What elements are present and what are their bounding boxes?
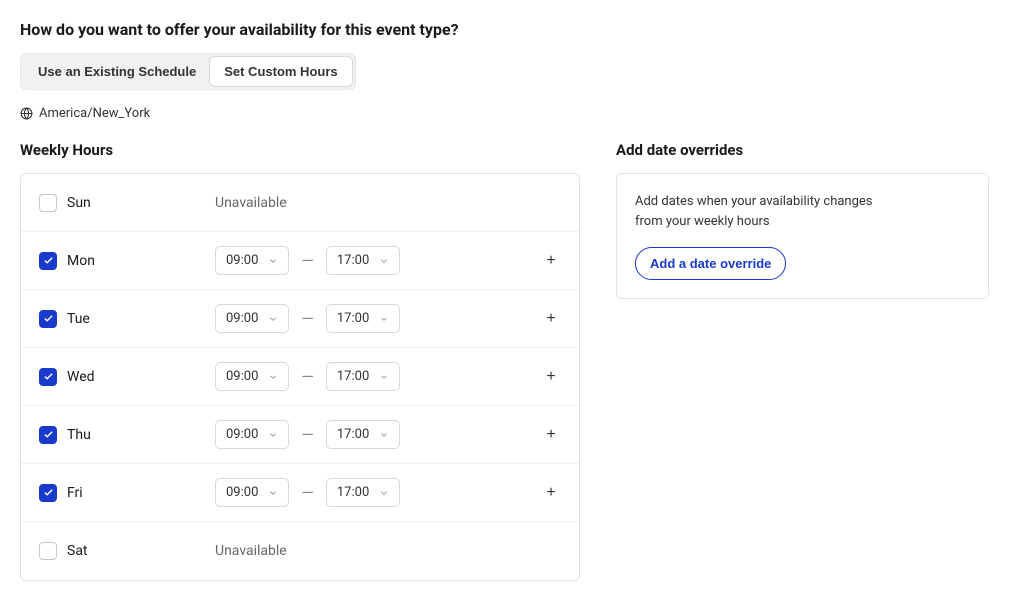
time-range-dash: — bbox=[301, 367, 314, 386]
time-range-dash: — bbox=[301, 483, 314, 502]
day-enabled-checkbox[interactable] bbox=[39, 252, 57, 270]
time-range-dash: — bbox=[301, 425, 314, 444]
end-time-select[interactable]: 17:00 bbox=[326, 246, 400, 275]
weekly-hours-panel: Sun Unavailable Mon 09:00 — 17:00 + Tue 09:00 — 17… bbox=[20, 173, 580, 581]
end-time-select[interactable]: 17:00 bbox=[326, 478, 400, 507]
start-time-select[interactable]: 09:00 bbox=[215, 478, 289, 507]
weekly-hours-title: Weekly Hours bbox=[20, 141, 580, 159]
day-enabled-checkbox[interactable] bbox=[39, 426, 57, 444]
start-time-value: 09:00 bbox=[226, 427, 258, 442]
start-time-select[interactable]: 09:00 bbox=[215, 304, 289, 333]
end-time-value: 17:00 bbox=[337, 253, 369, 268]
time-range-dash: — bbox=[301, 251, 314, 270]
end-time-value: 17:00 bbox=[337, 369, 369, 384]
add-interval-button[interactable]: + bbox=[541, 367, 561, 387]
end-time-value: 17:00 bbox=[337, 311, 369, 326]
day-row: Tue 09:00 — 17:00 + bbox=[21, 290, 579, 348]
start-time-select[interactable]: 09:00 bbox=[215, 362, 289, 391]
day-label: Tue bbox=[67, 311, 90, 327]
use-existing-schedule-button[interactable]: Use an Existing Schedule bbox=[24, 57, 210, 86]
timezone-label: America/New_York bbox=[39, 106, 150, 121]
day-enabled-checkbox[interactable] bbox=[39, 484, 57, 502]
day-row: Sun Unavailable bbox=[21, 174, 579, 232]
date-overrides-title: Add date overrides bbox=[616, 141, 989, 159]
set-custom-hours-button[interactable]: Set Custom Hours bbox=[210, 57, 351, 86]
add-interval-button[interactable]: + bbox=[541, 483, 561, 503]
timezone-row[interactable]: America/New_York bbox=[20, 106, 989, 121]
add-date-override-button[interactable]: Add a date override bbox=[635, 247, 786, 280]
day-label: Sun bbox=[67, 195, 91, 211]
day-enabled-checkbox[interactable] bbox=[39, 368, 57, 386]
day-enabled-checkbox[interactable] bbox=[39, 542, 57, 560]
day-enabled-checkbox[interactable] bbox=[39, 194, 57, 212]
end-time-select[interactable]: 17:00 bbox=[326, 420, 400, 449]
day-label: Fri bbox=[67, 485, 83, 501]
start-time-value: 09:00 bbox=[226, 253, 258, 268]
add-interval-button[interactable]: + bbox=[541, 309, 561, 329]
day-label: Thu bbox=[67, 427, 91, 443]
day-label: Sat bbox=[67, 543, 88, 559]
day-row: Mon 09:00 — 17:00 + bbox=[21, 232, 579, 290]
day-row: Thu 09:00 — 17:00 + bbox=[21, 406, 579, 464]
add-interval-button[interactable]: + bbox=[541, 251, 561, 271]
day-row: Sat Unavailable bbox=[21, 522, 579, 580]
unavailable-label: Unavailable bbox=[215, 543, 287, 559]
start-time-select[interactable]: 09:00 bbox=[215, 420, 289, 449]
unavailable-label: Unavailable bbox=[215, 195, 287, 211]
day-enabled-checkbox[interactable] bbox=[39, 310, 57, 328]
time-range-dash: — bbox=[301, 309, 314, 328]
day-label: Wed bbox=[67, 369, 95, 385]
schedule-mode-segmented: Use an Existing Schedule Set Custom Hour… bbox=[20, 53, 356, 90]
day-label: Mon bbox=[67, 253, 95, 269]
day-row: Wed 09:00 — 17:00 + bbox=[21, 348, 579, 406]
start-time-select[interactable]: 09:00 bbox=[215, 246, 289, 275]
end-time-select[interactable]: 17:00 bbox=[326, 362, 400, 391]
date-overrides-panel: Add dates when your availability changes… bbox=[616, 173, 989, 299]
availability-heading: How do you want to offer your availabili… bbox=[20, 20, 989, 39]
globe-icon bbox=[20, 107, 33, 120]
start-time-value: 09:00 bbox=[226, 311, 258, 326]
add-interval-button[interactable]: + bbox=[541, 425, 561, 445]
start-time-value: 09:00 bbox=[226, 485, 258, 500]
end-time-value: 17:00 bbox=[337, 427, 369, 442]
date-overrides-message: Add dates when your availability changes… bbox=[635, 192, 895, 231]
day-row: Fri 09:00 — 17:00 + bbox=[21, 464, 579, 522]
end-time-value: 17:00 bbox=[337, 485, 369, 500]
start-time-value: 09:00 bbox=[226, 369, 258, 384]
end-time-select[interactable]: 17:00 bbox=[326, 304, 400, 333]
